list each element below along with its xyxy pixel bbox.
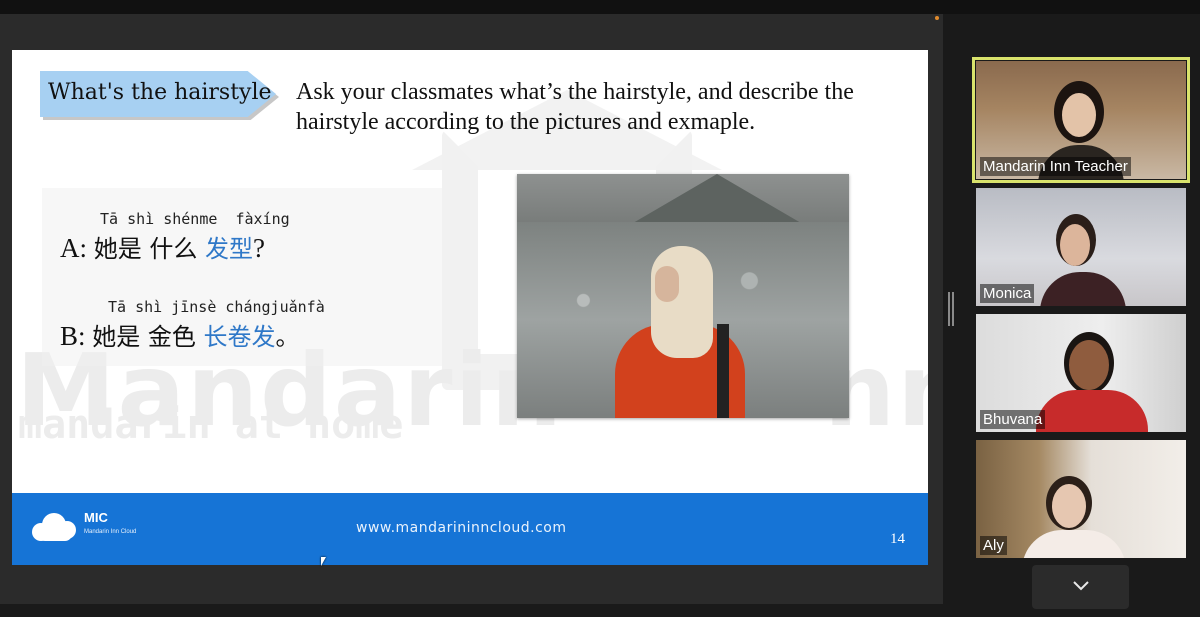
participant-tile-bhuvana[interactable]: Bhuvana: [976, 314, 1186, 432]
watermark-subtitle: mandarin at home: [18, 402, 404, 448]
participant-tile-aly[interactable]: Aly: [976, 440, 1186, 558]
cloud-logo-icon: [32, 513, 78, 543]
participant-name: Bhuvana: [980, 410, 1046, 429]
participant-name: Aly: [980, 536, 1007, 555]
more-participants-button[interactable]: [1032, 565, 1129, 609]
brand-subtitle: Mandarin Inn Cloud: [84, 529, 137, 535]
pinyin-line-b: Tā shì jīnsè chángjuǎnfà: [108, 298, 325, 316]
dialog-line-b-prefix: B:: [60, 321, 93, 351]
dialog-line-b-keyword: 长卷发: [203, 323, 276, 351]
website-url: www.mandarininncloud.com: [356, 520, 567, 536]
chevron-down-icon: [1073, 581, 1089, 591]
instruction-text: Ask your classmates what’s the hairstyle…: [296, 79, 854, 135]
hairstyle-photo: [517, 174, 849, 418]
dialog-line-a-prefix: A:: [60, 233, 94, 263]
participant-name: Monica: [980, 284, 1035, 303]
topic-tag: What's the hairstyle: [40, 71, 279, 120]
dialog-line-a-keyword: 发型: [205, 235, 254, 263]
mouse-cursor-icon: [321, 557, 326, 566]
dialog-line-a-text: 她是 什么: [93, 235, 206, 263]
slide-page-number: 14: [890, 531, 905, 547]
dialog-line-b-suffix: 。: [275, 323, 300, 351]
participant-name: Mandarin Inn Teacher: [980, 157, 1131, 176]
dialog-line-b-text: 她是 金色: [92, 323, 204, 351]
panel-resize-handle[interactable]: [948, 292, 954, 326]
pinyin-line-a: Tā shì shénme fàxíng: [100, 210, 290, 228]
presentation-slide: Mandarin nn mandarin at home What's the …: [12, 50, 928, 565]
participant-tile-teacher[interactable]: Mandarin Inn Teacher: [972, 57, 1190, 183]
topic-tag-label: What's the hairstyle: [48, 80, 272, 105]
participant-tile-monica[interactable]: Monica: [976, 188, 1186, 306]
slide-footer: MIC Mandarin Inn Cloud www.mandarininncl…: [12, 493, 928, 565]
top-bar: [0, 0, 1200, 14]
dialog-line-a: A: 她是 什么 发型?: [60, 229, 265, 264]
dialog-line-b: B: 她是 金色 长卷发。: [60, 317, 300, 352]
recording-indicator: [935, 16, 939, 20]
dialog-line-a-suffix: ?: [253, 233, 265, 263]
brand-name: MIC: [84, 510, 108, 525]
